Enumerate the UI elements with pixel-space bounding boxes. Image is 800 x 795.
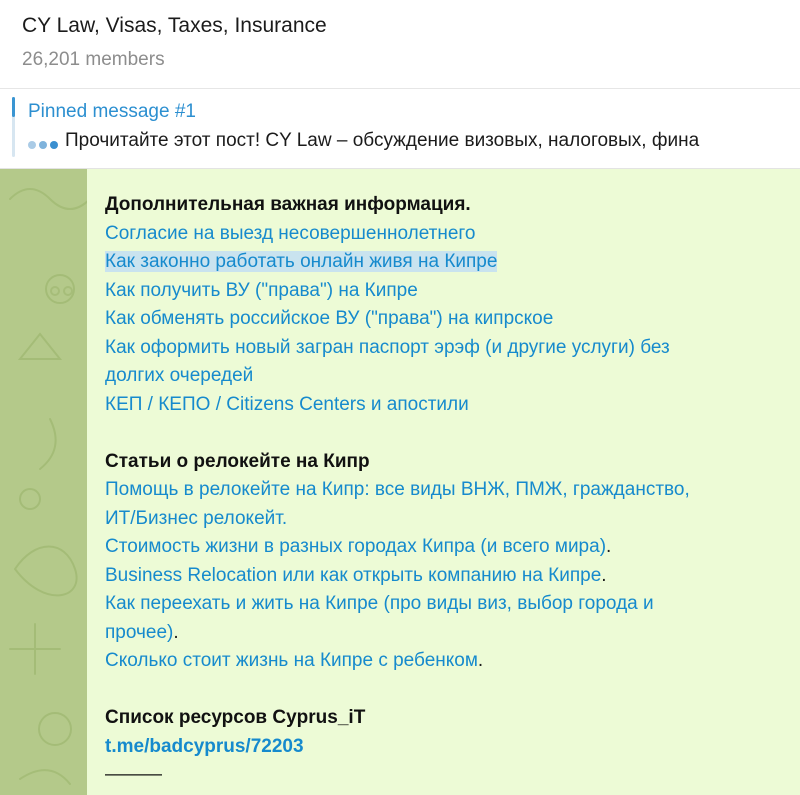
link-moving-line1[interactable]: Как переехать и жить на Кипре (про виды … <box>105 590 795 619</box>
link-business-relocation[interactable]: Business Relocation или как открыть комп… <box>105 565 601 586</box>
link-driving-license[interactable]: Как получить ВУ ("права") на Кипре <box>105 277 795 306</box>
link-passport-line1[interactable]: Как оформить новый загран паспорт эрэф (… <box>105 334 795 363</box>
link-license-exchange[interactable]: Как обменять российское ВУ ("права") на … <box>105 305 795 334</box>
link-legal-online-work[interactable]: Как законно работать онлайн живя на Кипр… <box>105 251 498 272</box>
section-heading-resources: Список ресурсов Cyprus_iT <box>105 707 366 728</box>
link-relocation-help-line1[interactable]: Помощь в релокейте на Кипр: все виды ВНЖ… <box>105 476 795 505</box>
pinned-title: Pinned message #1 <box>28 101 196 122</box>
message-text: Дополнительная важная информация. Соглас… <box>105 191 795 790</box>
link-moving-line2[interactable]: прочее) <box>105 622 173 643</box>
link-cost-of-living[interactable]: Стоимость жизни в разных городах Кипра (… <box>105 536 606 557</box>
link-resources[interactable]: t.me/badcyprus/72203 <box>105 733 795 762</box>
link-life-with-child[interactable]: Сколько стоит жизнь на Кипре с ребенком <box>105 650 478 671</box>
link-minor-consent[interactable]: Согласие на выезд несовершеннолетнего <box>105 220 795 249</box>
link-kep-citizens-centers[interactable]: КЕП / КЕПО / Citizens Centers и апостили <box>105 391 795 420</box>
pinned-text: Прочитайте этот пост! CY Law – обсуждени… <box>65 130 700 151</box>
pinned-indicator <box>12 97 15 157</box>
chat-title[interactable]: CY Law, Visas, Taxes, Insurance <box>22 14 327 38</box>
section-heading-relocation: Статьи о релокейте на Кипр <box>105 450 370 472</box>
chat-header[interactable]: CY Law, Visas, Taxes, Insurance 26,201 m… <box>0 0 800 89</box>
link-passport-line2[interactable]: долгих очередей <box>105 362 795 391</box>
member-count: 26,201 members <box>22 49 165 70</box>
section-heading-info: Дополнительная важная информация. <box>105 194 471 215</box>
link-relocation-help-line2[interactable]: ИТ/Бизнес релокейт. <box>105 505 795 534</box>
pinned-message-bar[interactable]: Pinned message #1 Прочитайте этот пост! … <box>0 89 800 169</box>
divider-text: ——— <box>105 764 162 785</box>
